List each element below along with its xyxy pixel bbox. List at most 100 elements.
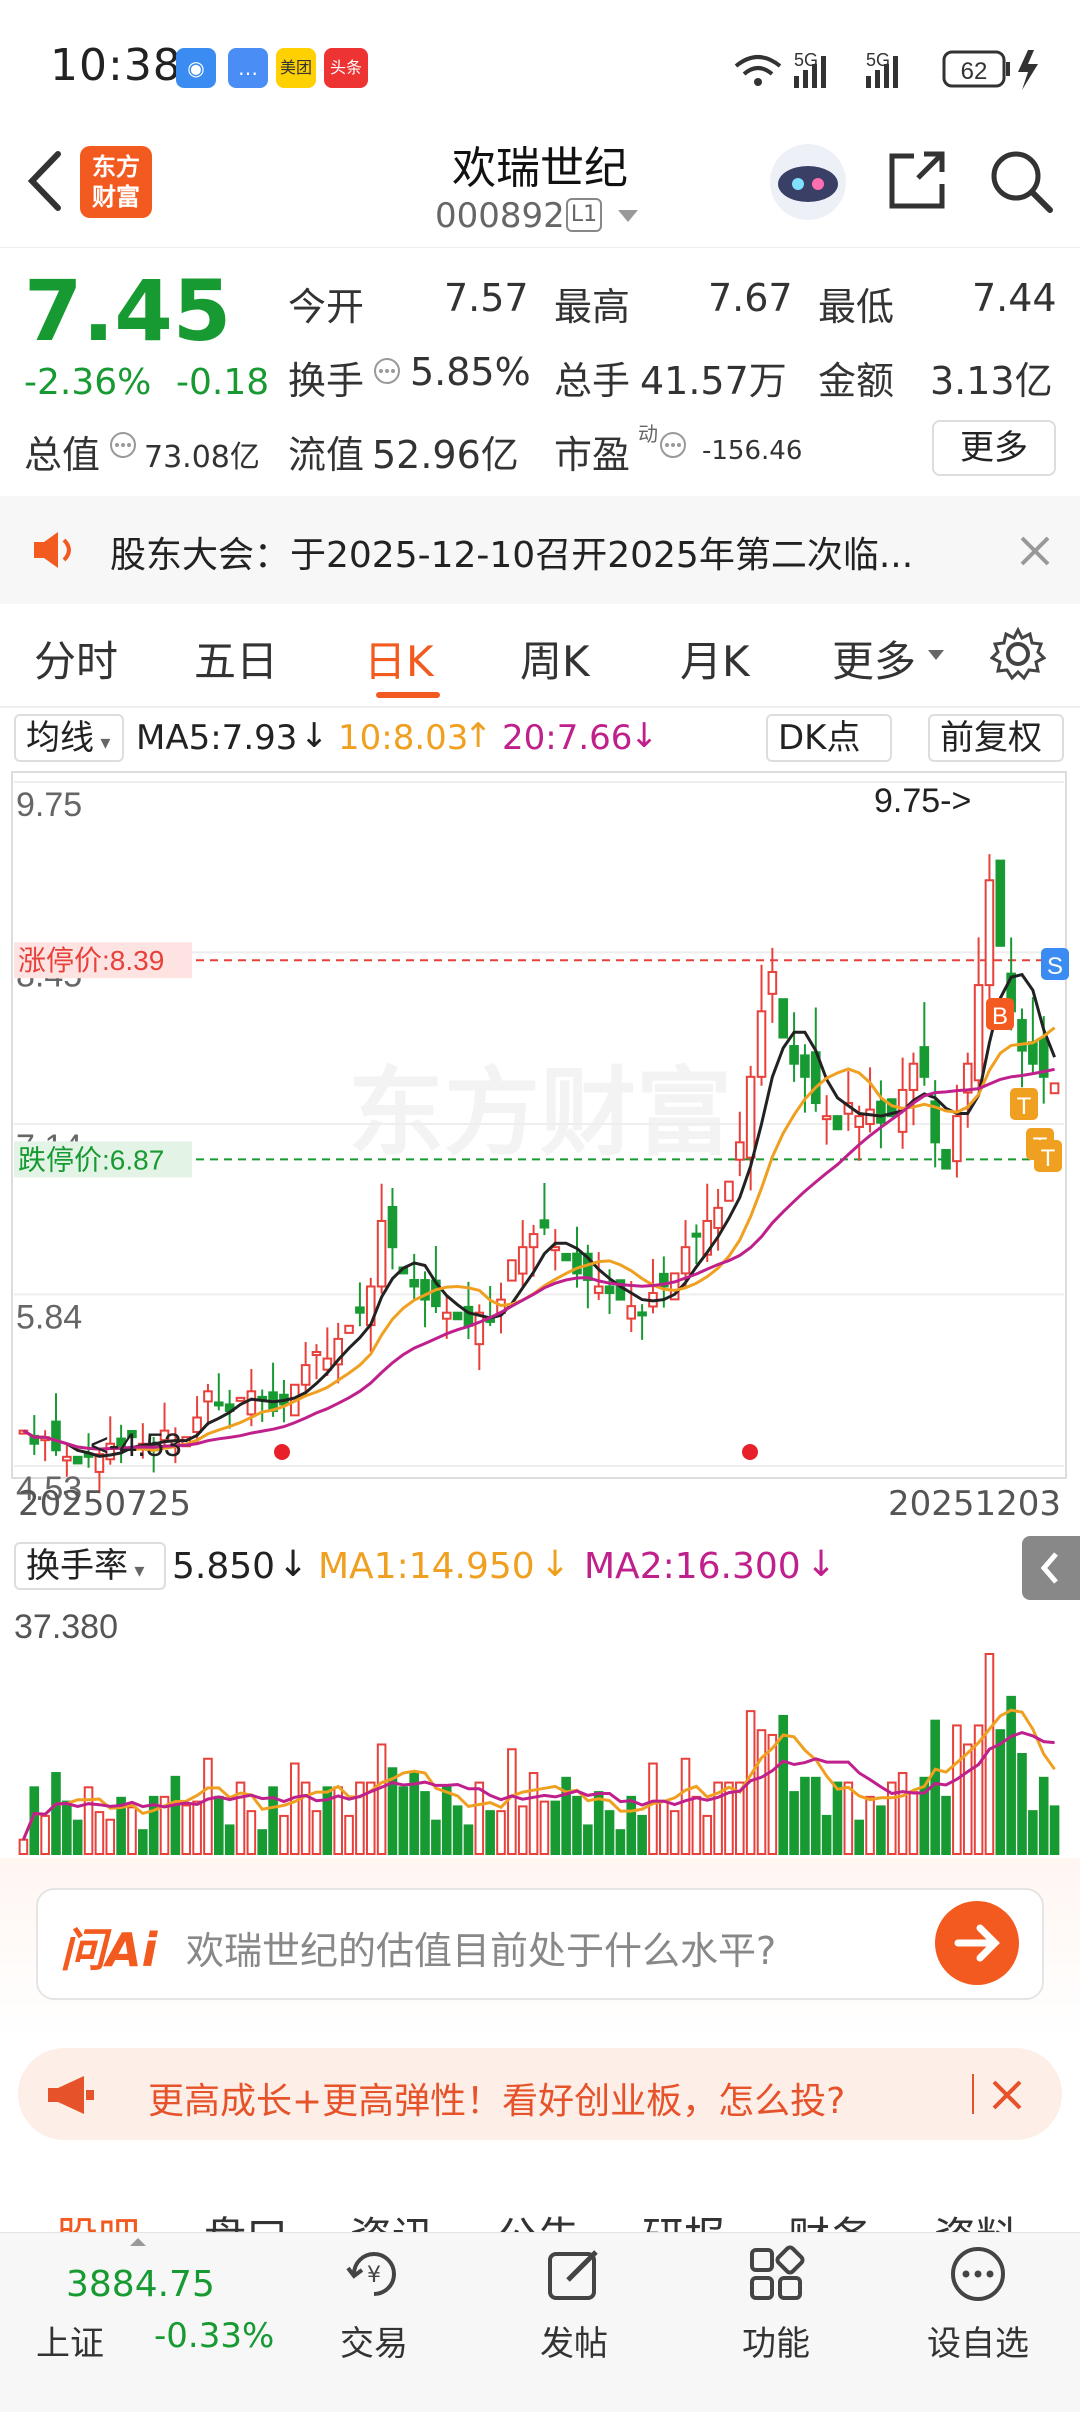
turnover-bar: [257, 1829, 268, 1855]
turnover-bar: [355, 1781, 365, 1855]
turnover-bar: [192, 1800, 202, 1855]
candle-body: [767, 971, 778, 995]
megaphone-icon: [48, 2076, 94, 2114]
info-icon[interactable]: [658, 430, 688, 460]
notice-text[interactable]: 股东大会：于2025-12-10召开2025年第二次临...: [110, 526, 913, 578]
functions-icon[interactable]: [746, 2244, 806, 2304]
chevron-down-icon[interactable]: [616, 208, 640, 224]
index-change: -0.33%: [154, 2316, 275, 2356]
post-label[interactable]: 发帖: [514, 2316, 634, 2365]
index-value[interactable]: 3884.75: [66, 2264, 215, 2305]
candle-body: [952, 1115, 962, 1163]
gear-icon[interactable]: [990, 626, 1046, 682]
tab-five-day[interactable]: 五日: [194, 628, 278, 689]
candle-body: [680, 1246, 691, 1275]
collapse-panel-button[interactable]: [1022, 1536, 1080, 1600]
candle-body: [203, 1390, 213, 1403]
turnover-value: 5.85%: [410, 350, 531, 394]
turnover-bar: [821, 1814, 832, 1855]
tab-more[interactable]: 更多: [832, 628, 916, 689]
candle-body: [300, 1364, 311, 1386]
candle-body: [637, 1311, 647, 1317]
info-icon[interactable]: [108, 430, 138, 460]
add-watchlist-label[interactable]: 设自选: [908, 2316, 1048, 2365]
date-start: 20250725: [18, 1484, 192, 1524]
turnover-chart[interactable]: 37.380: [0, 1596, 1080, 1858]
turnover-bar: [452, 1805, 463, 1855]
turnover-bar: [789, 1791, 799, 1856]
turnover-bar: [539, 1800, 550, 1855]
candle-body: [984, 879, 995, 987]
functions-label[interactable]: 功能: [716, 2316, 836, 2365]
candle-body: [192, 1416, 202, 1433]
pe-value: -156.46: [702, 436, 803, 466]
candle-body: [355, 1306, 365, 1314]
turnover-bar: [279, 1814, 289, 1855]
more-button[interactable]: 更多: [932, 420, 1056, 476]
turnover-bar: [941, 1795, 951, 1856]
amount-label: 金额: [818, 359, 895, 403]
chevron-down-icon[interactable]: [926, 648, 946, 662]
turnover-bar: [18, 1838, 29, 1855]
tab-intraday[interactable]: 分时: [34, 628, 118, 689]
high-label: 最高: [554, 285, 631, 329]
indicator-select[interactable]: 均线 ▾: [14, 714, 124, 762]
ask-ai-input[interactable]: 欢瑞世纪的估值目前处于什么水平?: [186, 1920, 776, 1975]
pe-label: 市盈: [554, 433, 631, 477]
turnover-bar: [224, 1824, 235, 1856]
tab-daily-k[interactable]: 日K: [364, 628, 434, 689]
candle-body: [539, 1219, 550, 1229]
tab-weekly-k[interactable]: 周K: [520, 628, 590, 689]
send-arrow-icon[interactable]: [934, 1900, 1020, 1986]
turnover-bar: [550, 1800, 561, 1855]
speaker-icon: [34, 532, 71, 568]
promo-text[interactable]: 更高成长+更高弹性！看好创业板，怎么投?: [148, 2072, 845, 2124]
tab-monthly-k[interactable]: 月K: [680, 628, 750, 689]
turnover-bar: [659, 1800, 669, 1855]
candle-body: [517, 1246, 528, 1275]
level-badge[interactable]: L1: [566, 198, 602, 232]
dk-button[interactable]: DK点 ◢: [766, 714, 892, 804]
candle-body: [973, 984, 984, 1082]
turnover-bar: [485, 1810, 495, 1855]
candle-body: [376, 1219, 387, 1288]
turnover-bar: [311, 1810, 322, 1855]
candle-body: [604, 1285, 615, 1295]
turnover-select[interactable]: 换手率 ▾: [14, 1542, 166, 1590]
candle-body: [854, 1115, 864, 1128]
candle-body: [691, 1232, 702, 1238]
close-icon[interactable]: [1018, 534, 1052, 568]
trade-label[interactable]: 交易: [314, 2316, 434, 2365]
search-icon[interactable]: [986, 146, 1056, 216]
volume-value: 41.57万: [640, 359, 787, 403]
low-label: 最低: [818, 285, 895, 329]
info-icon[interactable]: [372, 356, 402, 386]
robot-avatar-icon[interactable]: [768, 142, 848, 222]
compose-icon[interactable]: [544, 2244, 604, 2304]
chevron-up-icon: [130, 2238, 146, 2246]
turnover-ma1: MA1:14.950: [318, 1546, 535, 1587]
close-icon[interactable]: [990, 2078, 1024, 2112]
candle-body: [507, 1259, 517, 1282]
turnover-current: 5.850: [172, 1546, 276, 1587]
kline-chart[interactable]: 东方财富 9.758.457.145.844.53涨停价:8.39跌停价:6.8…: [0, 766, 1080, 1506]
high-value: 7.67: [708, 276, 793, 320]
turnover-bar: [376, 1743, 387, 1856]
trade-icon[interactable]: ¥: [344, 2244, 404, 2304]
adjust-button[interactable]: 前复权: [928, 714, 1064, 762]
active-tab-indicator: [376, 692, 440, 698]
more-options-icon[interactable]: [948, 2244, 1008, 2304]
turnover-bar: [420, 1791, 430, 1856]
candle-body: [778, 998, 789, 1039]
turnover-bar: [572, 1795, 582, 1856]
turnover-bar: [62, 1800, 72, 1855]
turnover-bar: [246, 1810, 257, 1855]
toutiao-icon: 头条: [324, 48, 368, 88]
candle-body: [995, 859, 1006, 947]
candle-body: [1017, 1019, 1027, 1052]
index-name[interactable]: 上证: [36, 2316, 104, 2365]
share-icon[interactable]: [884, 148, 950, 214]
candle-body: [246, 1390, 257, 1416]
turnover-bar: [583, 1824, 593, 1856]
candle-body: [941, 1148, 951, 1170]
